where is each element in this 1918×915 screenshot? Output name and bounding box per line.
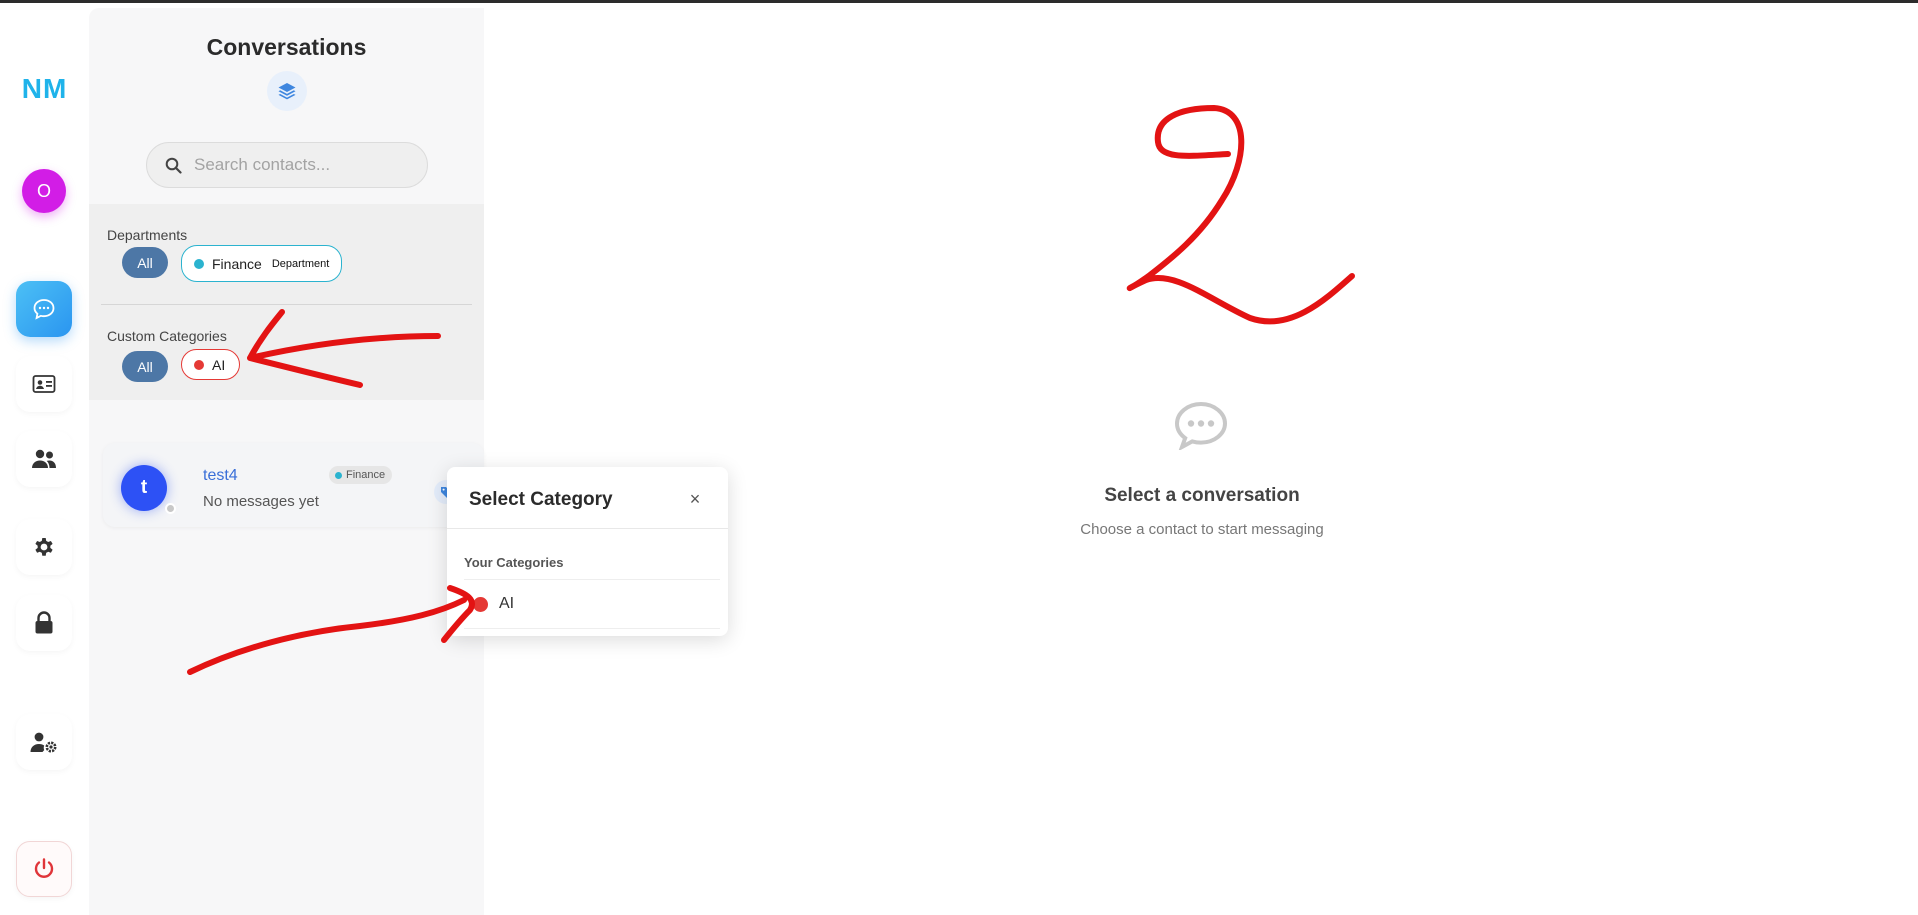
departments-all-chip[interactable]: All — [122, 247, 168, 278]
department-color-dot — [194, 258, 204, 269]
popup-section-divider — [464, 579, 720, 580]
empty-state-title: Select a conversation — [1104, 485, 1300, 506]
popup-section-label: Your Categories — [464, 555, 564, 570]
contact-avatar: t — [121, 465, 167, 511]
chat-bubble-icon — [33, 299, 55, 320]
app-logo: NM — [21, 73, 68, 104]
popup-divider — [447, 528, 728, 529]
nav-user-settings-button[interactable] — [16, 714, 72, 770]
category-option-label: AI — [499, 595, 515, 612]
chat-bubble-icon — [1174, 401, 1228, 450]
categories-all-chip[interactable]: All — [122, 351, 168, 382]
id-card-icon — [32, 375, 56, 393]
popup-title: Select Category — [469, 489, 613, 510]
users-icon — [32, 449, 56, 468]
department-chip-tag: Department — [271, 257, 330, 270]
custom-categories-label: Custom Categories — [107, 328, 227, 344]
last-message-preview: No messages yet — [203, 493, 319, 510]
nav-rail: NM O — [0, 3, 89, 915]
nav-chats-button[interactable] — [16, 281, 72, 337]
category-option-ai[interactable]: AI — [464, 582, 720, 626]
conversation-item[interactable]: t test4 No messages yet Finance — [103, 443, 484, 527]
layers-button[interactable] — [267, 71, 307, 111]
search-icon — [165, 157, 182, 174]
department-badge: Finance — [329, 466, 393, 484]
category-chip-ai[interactable]: AI — [181, 349, 241, 380]
department-chip-finance[interactable]: Finance Department — [181, 245, 343, 282]
annotation-digit-two — [1127, 105, 1355, 325]
close-button[interactable]: × — [684, 488, 706, 510]
filters-divider — [101, 304, 472, 305]
search-box — [146, 142, 428, 188]
conversations-panel: Conversations Departments All Finance De… — [89, 8, 484, 915]
layers-icon — [278, 83, 296, 100]
filters-section: Departments All Finance Department Custo… — [89, 204, 484, 400]
nav-contacts-card-button[interactable] — [16, 356, 72, 412]
lock-icon — [35, 611, 53, 634]
select-category-popup: Select Category × Your Categories AI — [447, 467, 728, 636]
popup-bottom-divider — [464, 628, 720, 629]
nav-security-button[interactable] — [16, 595, 72, 651]
status-dot — [165, 503, 176, 514]
logout-button[interactable] — [16, 841, 72, 897]
panel-title: Conversations — [206, 34, 367, 60]
empty-state-subtitle: Choose a contact to start messaging — [1080, 521, 1324, 538]
category-color-dot — [194, 359, 204, 370]
category-chip-name: AI — [212, 356, 226, 373]
user-settings-icon — [30, 732, 57, 753]
badge-label: Finance — [346, 469, 386, 481]
nav-settings-button[interactable] — [16, 519, 72, 575]
contact-name: test4 — [203, 467, 238, 484]
category-option-dot — [473, 596, 488, 612]
power-icon — [34, 858, 54, 878]
department-chip-name: Finance — [212, 255, 262, 272]
search-input[interactable] — [194, 155, 414, 175]
gear-icon — [35, 538, 53, 556]
departments-label: Departments — [107, 227, 188, 243]
badge-color-dot — [335, 471, 342, 479]
user-avatar[interactable]: O — [22, 169, 66, 213]
nav-users-button[interactable] — [16, 431, 72, 487]
window-top-bar — [0, 0, 1918, 3]
